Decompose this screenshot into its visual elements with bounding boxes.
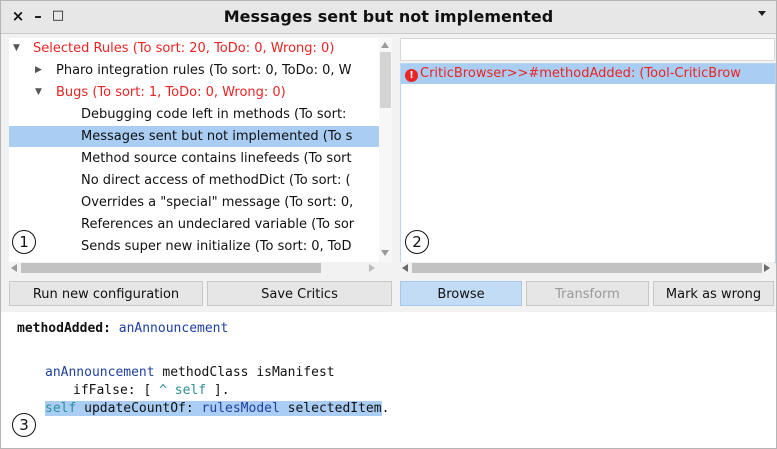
annotation-badge-1: 1 bbox=[12, 230, 36, 254]
code-message: methodClass isManifest bbox=[154, 365, 335, 380]
tree-row[interactable]: References an undeclared variable (To so… bbox=[9, 214, 379, 235]
source-code-pane[interactable]: methodAdded: anAnnouncement anAnnounceme… bbox=[1, 312, 776, 448]
code-message: updateCountOf: bbox=[76, 401, 202, 416]
rules-tree[interactable]: ▼ Selected Rules (To sort: 20, ToDo: 0, … bbox=[9, 38, 379, 262]
code-selection: self updateCountOf: rulesModel selectedI… bbox=[45, 401, 382, 416]
critics-list[interactable]: ! CriticBrowser>>#methodAdded: (Tool-Crit… bbox=[400, 63, 776, 263]
scroll-thumb[interactable] bbox=[412, 263, 762, 273]
tree-row-label: Messages sent but not implemented (To s bbox=[81, 129, 353, 144]
tree-row[interactable]: Overrides a "special" message (To sort: … bbox=[9, 192, 379, 213]
expanded-arrow-icon[interactable]: ▼ bbox=[13, 38, 20, 59]
code-message: selectedItem bbox=[279, 401, 382, 416]
window-menu-icon[interactable] bbox=[758, 11, 766, 16]
error-icon: ! bbox=[405, 69, 418, 82]
tree-row[interactable]: Method source contains linefeeds (To sor… bbox=[9, 148, 379, 169]
method-argument: anAnnouncement bbox=[110, 321, 229, 336]
code-message: ifFalse: [ bbox=[73, 383, 160, 398]
scroll-up-icon[interactable] bbox=[381, 42, 389, 48]
tree-row-label: Bugs (To sort: 1, ToDo: 0, Wrong: 0) bbox=[56, 85, 286, 100]
mark-as-wrong-button[interactable]: Mark as wrong bbox=[653, 281, 774, 306]
critics-filter-input[interactable] bbox=[400, 38, 775, 61]
scroll-down-icon[interactable] bbox=[381, 250, 389, 256]
code-variable: rulesModel bbox=[201, 401, 280, 416]
scroll-right-icon[interactable] bbox=[369, 264, 375, 272]
scroll-left-icon[interactable] bbox=[11, 264, 17, 272]
annotation-badge-2: 2 bbox=[405, 230, 429, 254]
run-new-configuration-button[interactable]: Run new configuration bbox=[9, 281, 203, 306]
critics-horizontal-scrollbar[interactable] bbox=[400, 262, 774, 274]
code-line-selected: self updateCountOf: rulesModel selectedI… bbox=[45, 400, 389, 418]
code-return-self: ^ self bbox=[159, 383, 207, 398]
save-critics-button[interactable]: Save Critics bbox=[207, 281, 392, 306]
expanded-arrow-icon[interactable]: ▼ bbox=[35, 82, 42, 103]
critic-browser-window: × – □ Messages sent but not implemented … bbox=[0, 0, 777, 449]
method-selector: methodAdded: bbox=[17, 321, 111, 336]
tree-row[interactable]: No direct access of methodDict (To sort:… bbox=[9, 170, 379, 191]
collapsed-arrow-icon[interactable]: ▶ bbox=[35, 60, 42, 81]
scroll-thumb[interactable] bbox=[21, 263, 321, 273]
code-line: methodAdded: anAnnouncement bbox=[17, 320, 228, 338]
code-self: self bbox=[45, 401, 77, 416]
code-punct: ]. bbox=[206, 383, 230, 398]
title-bar: × – □ Messages sent but not implemented bbox=[1, 1, 776, 34]
tree-row-label: Debugging code left in methods (To sort: bbox=[81, 107, 347, 122]
tree-row[interactable]: ▼ Bugs (To sort: 1, ToDo: 0, Wrong: 0) bbox=[9, 82, 379, 103]
critic-item[interactable]: ! CriticBrowser>>#methodAdded: (Tool-Crit… bbox=[401, 64, 775, 84]
window-title: Messages sent but not implemented bbox=[223, 7, 554, 26]
tree-row-label: Pharo integration rules (To sort: 0, ToD… bbox=[56, 63, 352, 78]
tree-row[interactable]: Sends super new initialize (To sort: 0, … bbox=[9, 236, 379, 257]
tree-horizontal-scrollbar[interactable] bbox=[9, 262, 379, 274]
tree-row[interactable]: ▼ Selected Rules (To sort: 20, ToDo: 0, … bbox=[9, 38, 379, 59]
critic-item-label: CriticBrowser>>#methodAdded: (Tool-Criti… bbox=[420, 66, 741, 81]
code-argument: anAnnouncement bbox=[45, 365, 155, 380]
tree-row-label: References an undeclared variable (To so… bbox=[81, 217, 355, 232]
tree-row[interactable]: Debugging code left in methods (To sort: bbox=[9, 104, 379, 125]
scroll-right-icon[interactable] bbox=[764, 264, 770, 272]
code-punct: . bbox=[381, 401, 390, 416]
tree-row-label: Overrides a "special" message (To sort: … bbox=[81, 195, 354, 210]
tree-row-label: Selected Rules (To sort: 20, ToDo: 0, Wr… bbox=[33, 41, 335, 56]
tree-row-label: Method source contains linefeeds (To sor… bbox=[81, 151, 352, 166]
scroll-thumb[interactable] bbox=[380, 52, 391, 108]
scroll-left-icon[interactable] bbox=[402, 264, 408, 272]
code-line: ifFalse: [ ^ self ]. bbox=[73, 382, 230, 400]
tree-row-label: No direct access of methodDict (To sort:… bbox=[81, 173, 351, 188]
annotation-badge-3: 3 bbox=[12, 413, 36, 437]
browse-button[interactable]: Browse bbox=[400, 281, 522, 306]
tree-vertical-scrollbar[interactable] bbox=[379, 38, 392, 262]
tree-row-selected[interactable]: Messages sent but not implemented (To s bbox=[9, 126, 379, 147]
code-line: anAnnouncement methodClass isManifest bbox=[45, 364, 335, 382]
tree-row-label: Sends super new initialize (To sort: 0, … bbox=[81, 239, 352, 254]
transform-button[interactable]: Transform bbox=[526, 281, 649, 306]
tree-row[interactable]: ▶ Pharo integration rules (To sort: 0, T… bbox=[9, 60, 379, 81]
